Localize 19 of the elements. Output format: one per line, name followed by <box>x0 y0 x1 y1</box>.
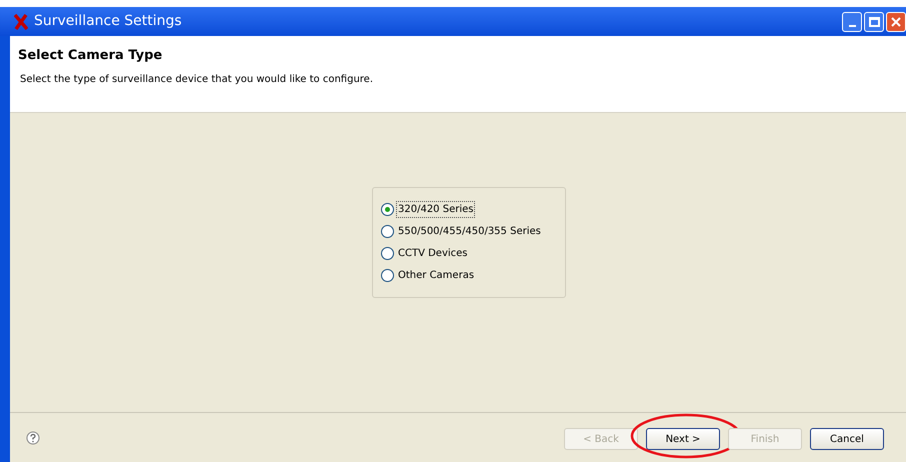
option-label[interactable]: Other Cameras <box>397 268 476 283</box>
radio-button[interactable] <box>381 203 394 216</box>
x-logo-icon <box>14 14 28 30</box>
radio-button[interactable] <box>381 247 394 260</box>
option-label[interactable]: CCTV Devices <box>397 246 469 261</box>
page-title: Select Camera Type <box>18 47 164 65</box>
option-label[interactable]: 550/500/455/450/355 Series <box>397 224 542 239</box>
close-icon <box>891 16 901 26</box>
wizard-button[interactable]: Cancel <box>810 428 884 450</box>
radio-button[interactable] <box>381 225 394 238</box>
close-button[interactable] <box>886 12 906 32</box>
option-label[interactable]: 320/420 Series <box>397 202 474 217</box>
radio-button[interactable] <box>381 269 394 282</box>
window-title: Surveillance Settings <box>34 12 183 31</box>
minimize-button[interactable] <box>842 12 862 32</box>
page-description: Select the type of surveillance device that you would like to configure. <box>19 72 374 86</box>
help-icon[interactable] <box>26 430 40 444</box>
wizard-button[interactable]: Next > <box>646 428 720 450</box>
maximize-button[interactable] <box>864 12 884 32</box>
